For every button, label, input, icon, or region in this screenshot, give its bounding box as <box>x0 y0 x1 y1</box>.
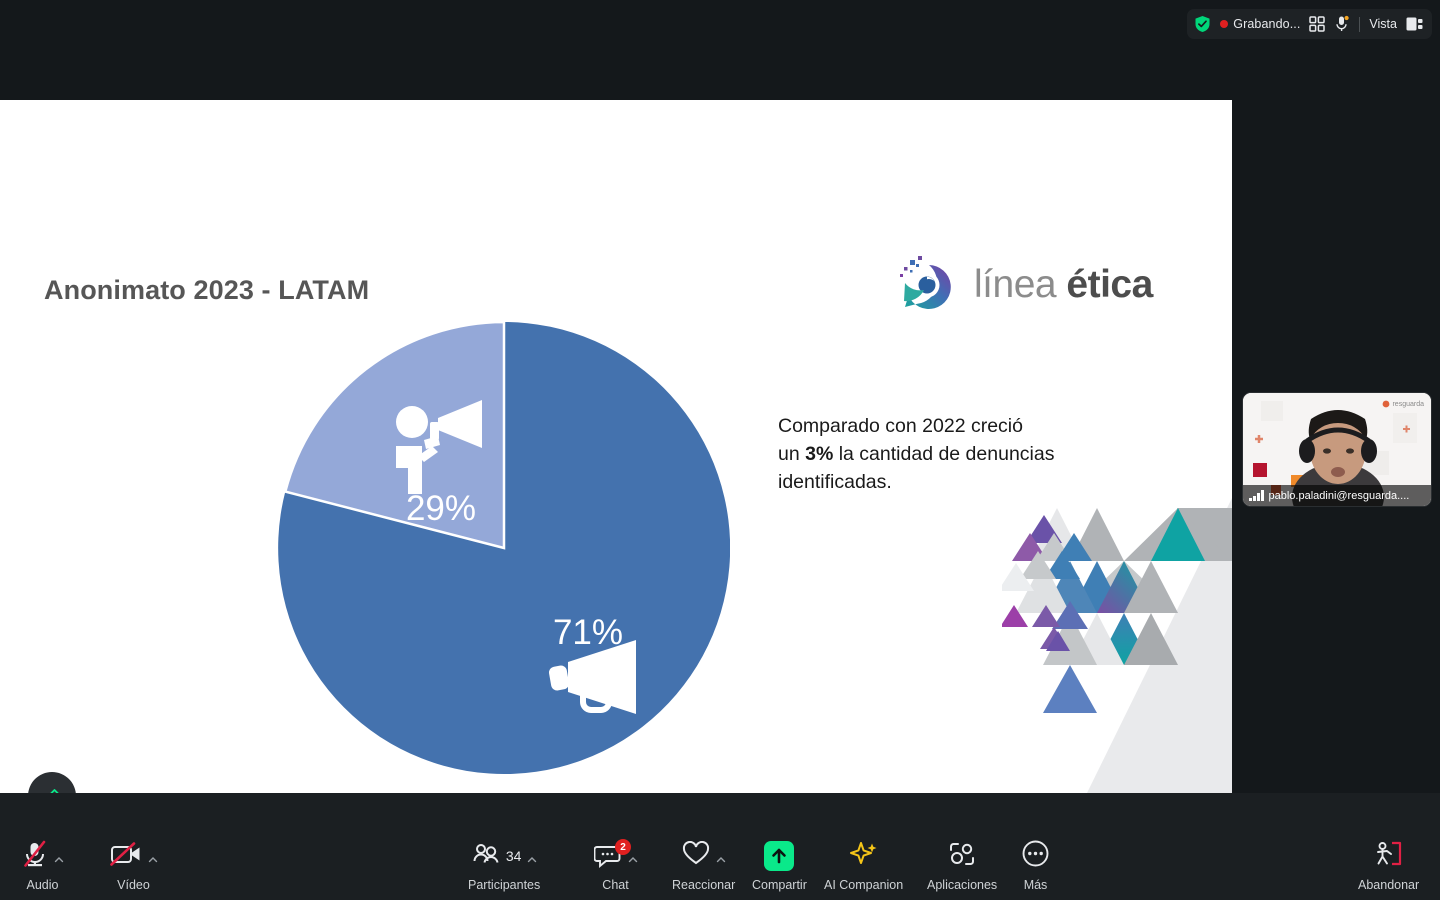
toolbar-label-ai-companion: AI Companion <box>824 878 904 892</box>
participant-name-bar: pablo.paladini@resguarda.... <box>1243 485 1431 506</box>
toolbar-label-audio: Audio <box>26 878 59 892</box>
audio-options-chevron-icon[interactable] <box>54 852 64 862</box>
heart-icon[interactable] <box>682 840 710 871</box>
toolbar-label-more: Más <box>1023 878 1048 892</box>
resguarda-watermark-label: resguarda <box>1392 400 1424 408</box>
chat-options-chevron-icon[interactable] <box>628 852 638 862</box>
toolbar-label-video: Vídeo <box>117 878 150 892</box>
participants-options-chevron-icon[interactable] <box>527 852 537 862</box>
recording-dot-icon <box>1220 20 1229 28</box>
ai-sparkle-icon[interactable] <box>849 840 879 873</box>
logo-word-linea: línea <box>974 262 1057 306</box>
meeting-status-pill: Grabando... Vista <box>1187 9 1432 39</box>
participants-icon[interactable] <box>472 842 500 871</box>
chat-unread-badge: 2 <box>615 839 631 855</box>
react-options-chevron-icon[interactable] <box>716 852 726 862</box>
toolbar-item-video[interactable]: Vídeo <box>110 838 158 892</box>
microphone-muted-icon[interactable] <box>22 840 48 873</box>
toolbar-item-ai-companion[interactable]: AI Companion <box>824 838 903 892</box>
toolbar-item-audio[interactable]: Audio <box>22 838 64 892</box>
view-label[interactable]: Vista <box>1369 17 1397 31</box>
signal-bars-icon <box>1249 490 1264 501</box>
microphone-icon[interactable] <box>1334 15 1350 33</box>
video-options-chevron-icon[interactable] <box>148 852 158 862</box>
paragraph-line-1: Comparado con 2022 creció <box>778 415 1023 437</box>
leave-meeting-icon[interactable] <box>1375 840 1403 872</box>
participants-count: 34 <box>505 848 522 864</box>
resguarda-watermark: resguarda <box>1382 400 1424 408</box>
triangle-mosaic-decoration <box>1002 498 1232 793</box>
apps-icon[interactable] <box>948 841 976 872</box>
toolbar-item-leave[interactable]: Abandonar <box>1358 838 1419 892</box>
toolbar-label-share: Compartir <box>752 878 807 892</box>
toolbar-label-leave: Abandonar <box>1358 878 1420 892</box>
meeting-controls-toolbar: Audio Vídeo 34 Participantes 2 Chat Reac… <box>0 793 1440 900</box>
pie-label-anonimo: 71% <box>553 613 623 652</box>
toolbar-item-more[interactable]: Más <box>1022 838 1049 892</box>
participant-name-label: pablo.paladini@resguarda.... <box>1268 489 1410 502</box>
linea-etica-logo-icon <box>898 255 960 313</box>
share-screen-up-arrow-icon[interactable] <box>764 841 795 871</box>
toolbar-item-apps[interactable]: Aplicaciones <box>927 838 997 892</box>
chat-bubble-icon[interactable]: 2 <box>594 839 631 869</box>
logo-wordmark: línea ética <box>974 265 1153 304</box>
page-title: Anonimato 2023 - LATAM <box>44 275 370 305</box>
paragraph-line-2-post: la cantidad de denuncias <box>833 443 1055 465</box>
shield-check-icon[interactable] <box>1194 15 1211 33</box>
shared-screen-slide: Anonimato 2023 - LATAM línea ética Compa… <box>0 100 1232 793</box>
toolbar-label-react: Reaccionar <box>672 878 736 892</box>
meeting-top-bar: Grabando... Vista <box>0 0 1440 48</box>
toolbar-label-chat: Chat <box>602 878 629 892</box>
paragraph-line-2-pre: un <box>778 443 806 465</box>
toolbar-label-apps: Aplicaciones <box>927 878 998 892</box>
linea-etica-logo: línea ética <box>898 255 1153 313</box>
recording-indicator[interactable]: Grabando... <box>1220 17 1300 31</box>
toolbar-label-participants: Participantes <box>468 878 541 892</box>
paragraph-highlight: 3% <box>805 443 834 465</box>
toolbar-item-react[interactable]: Reaccionar <box>672 838 735 892</box>
zoom-meeting-window: Grabando... Vista Anonimato 2023 - LATAM… <box>0 0 1440 900</box>
topbar-divider <box>1359 16 1361 32</box>
pie-chart: 29% 71% <box>278 320 731 774</box>
slide-paragraph: Comparado con 2022 creció un 3% la canti… <box>778 412 1138 496</box>
toolbar-item-chat[interactable]: 2 Chat <box>594 838 638 892</box>
pie-label-no-anonimo: 29% <box>406 489 476 528</box>
paragraph-line-3: identificadas. <box>778 471 892 493</box>
self-video-thumbnail[interactable]: resguarda pablo.paladini@resguarda.... <box>1242 392 1432 507</box>
view-layout-icon[interactable] <box>1406 17 1423 31</box>
grid-view-icon[interactable] <box>1309 16 1326 32</box>
video-camera-muted-icon[interactable] <box>110 841 142 872</box>
toolbar-item-share[interactable]: Compartir <box>752 838 807 892</box>
more-ellipsis-icon[interactable] <box>1022 840 1049 872</box>
logo-word-etica: ética <box>1066 262 1153 306</box>
toolbar-item-participants[interactable]: 34 Participantes <box>468 838 540 892</box>
recording-label: Grabando... <box>1233 17 1301 31</box>
